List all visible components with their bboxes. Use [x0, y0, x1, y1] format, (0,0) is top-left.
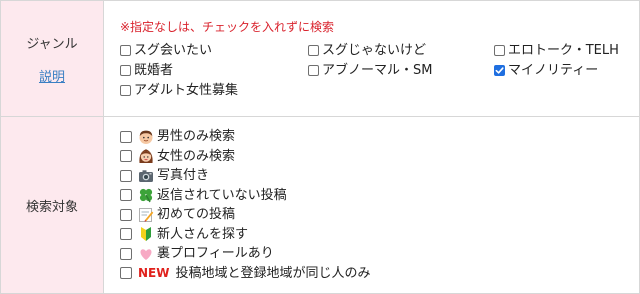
checkbox[interactable] [120, 169, 132, 182]
genre-option-label: アダルト女性募集 [134, 82, 239, 98]
genre-option-sugu-janai[interactable]: スグじゃないけど [308, 41, 494, 60]
genre-option-ero-talk[interactable]: エロトーク・TELH [494, 41, 640, 60]
genre-label-cell: ジャンル 説明 [0, 0, 104, 117]
genre-option-label: エロトーク・TELH [508, 42, 619, 58]
target-option-label: 男性のみ検索 [157, 129, 236, 144]
heart-icon [138, 246, 154, 262]
target-option-women-only[interactable]: 女性のみ検索 [120, 147, 639, 167]
genre-option-label: アブノーマル・SM [322, 62, 433, 78]
four-leaf-clover-icon [138, 187, 154, 203]
genre-option-abnormal[interactable]: アブノーマル・SM [308, 61, 494, 80]
genre-option-label: スグ会いたい [134, 42, 213, 58]
genre-option-minority[interactable]: マイノリティー [494, 61, 640, 80]
target-option-men-only[interactable]: 男性のみ検索 [120, 127, 639, 147]
target-option-label: 裏プロフィールあり [157, 246, 274, 261]
memo-icon [138, 207, 154, 223]
target-label-cell: 検索対象 [0, 116, 104, 294]
genre-option-label: スグじゃないけど [322, 42, 427, 58]
target-option-label: 投稿地域と登録地域が同じ人のみ [175, 265, 371, 281]
checkbox[interactable] [308, 44, 319, 56]
checkbox[interactable] [120, 228, 132, 241]
new-badge: NEW [138, 265, 170, 280]
genre-row: ジャンル 説明 ※指定なしは、チェックを入れずに検索 スグ会いたい スグじゃない… [0, 0, 640, 117]
target-option-with-photo[interactable]: 写真付き [120, 166, 639, 186]
checkbox-checked[interactable] [494, 64, 505, 76]
checkbox[interactable] [120, 150, 132, 163]
camera-icon [138, 168, 154, 184]
checkbox[interactable] [308, 64, 319, 76]
target-option-first-post[interactable]: 初めての投稿 [120, 205, 639, 225]
checkbox[interactable] [494, 44, 505, 56]
checkmark-icon [495, 66, 504, 74]
genre-option-married[interactable]: 既婚者 [120, 61, 308, 80]
target-option-label: 女性のみ検索 [157, 148, 236, 164]
target-option-label: 初めての投稿 [157, 207, 236, 222]
checkbox[interactable] [120, 64, 131, 76]
genre-option-sugu-aitai[interactable]: スグ会いたい [120, 41, 308, 60]
target-option-secret-profile[interactable]: 裏プロフィールあり [120, 244, 639, 264]
checkbox[interactable] [120, 84, 131, 96]
beginner-mark-icon [138, 226, 154, 242]
target-row: 検索対象 男性のみ検索 女性のみ検索 写真付き 返信されていない投稿 初めての投… [0, 116, 640, 294]
search-form-table: ジャンル 説明 ※指定なしは、チェックを入れずに検索 スグ会いたい スグじゃない… [0, 0, 640, 294]
genre-option-label: マイノリティー [508, 62, 599, 78]
target-content: 男性のみ検索 女性のみ検索 写真付き 返信されていない投稿 初めての投稿 新人さ… [103, 116, 640, 294]
target-options: 男性のみ検索 女性のみ検索 写真付き 返信されていない投稿 初めての投稿 新人さ… [120, 127, 639, 283]
target-option-unreplied[interactable]: 返信されていない投稿 [120, 186, 639, 206]
target-option-label: 写真付き [157, 168, 210, 183]
genre-options: スグ会いたい スグじゃないけど エロトーク・TELH 既婚者 アブノーマル・SM [120, 41, 639, 100]
target-label: 検索対象 [25, 199, 78, 215]
target-option-same-area[interactable]: NEW 投稿地域と登録地域が同じ人のみ [120, 264, 639, 284]
genre-option-label: 既婚者 [134, 62, 174, 78]
checkbox[interactable] [120, 189, 132, 202]
checkbox[interactable] [120, 208, 132, 221]
woman-face-icon [138, 148, 154, 164]
help-link[interactable]: 説明 [39, 66, 65, 85]
genre-option-adult-women[interactable]: アダルト女性募集 [120, 81, 308, 100]
target-option-label: 新人さんを探す [157, 226, 249, 242]
target-option-newcomer[interactable]: 新人さんを探す [120, 225, 639, 245]
checkbox[interactable] [120, 247, 132, 260]
man-face-icon [138, 129, 154, 145]
checkbox[interactable] [120, 267, 132, 280]
genre-label: ジャンル [26, 36, 78, 52]
genre-note: ※指定なしは、チェックを入れずに検索 [120, 19, 335, 34]
target-option-label: 返信されていない投稿 [157, 187, 287, 203]
checkbox[interactable] [120, 130, 132, 143]
checkbox[interactable] [120, 44, 131, 56]
genre-content: ※指定なしは、チェックを入れずに検索 スグ会いたい スグじゃないけど エロトーク… [103, 0, 640, 117]
